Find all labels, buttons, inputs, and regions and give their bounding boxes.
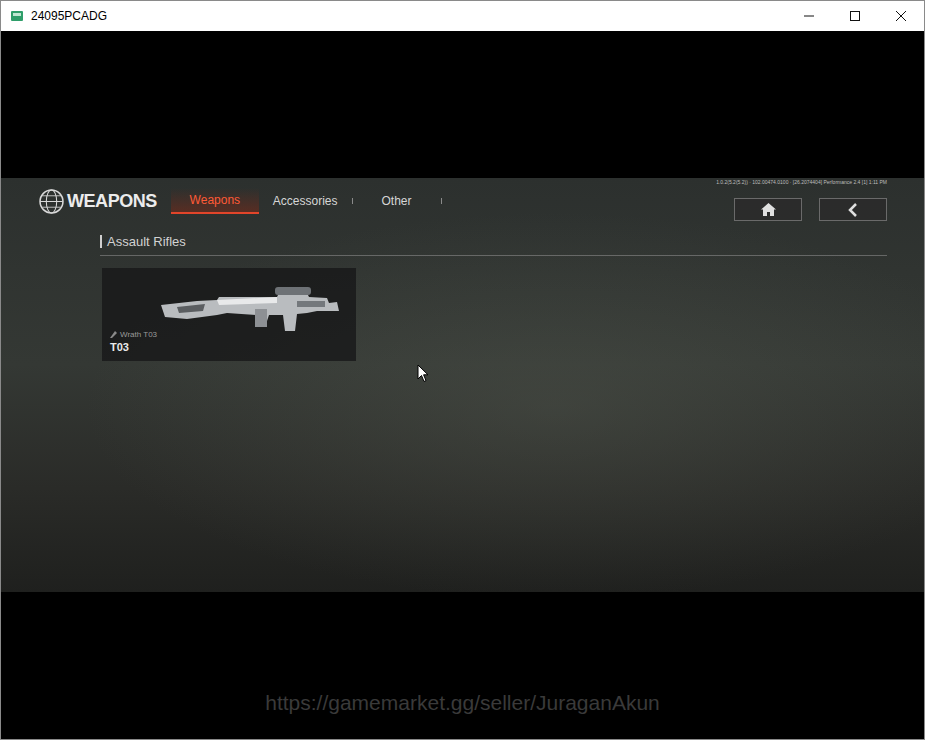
back-icon xyxy=(847,203,859,217)
tab-label: Weapons xyxy=(190,191,240,209)
tab-label: Other xyxy=(382,192,412,210)
section-marker xyxy=(100,235,102,248)
home-button[interactable] xyxy=(734,198,802,221)
app-window: 24095PCADG WEAPONS Weapons Accessories Oth… xyxy=(0,0,925,740)
tab[interactable]: Accessories xyxy=(259,188,352,214)
maximize-button[interactable] xyxy=(832,1,878,31)
game-screen: WEAPONS Weapons Accessories Other Assault … xyxy=(1,178,924,592)
minimize-icon xyxy=(804,11,814,21)
section-header: Assault Rifles xyxy=(100,232,887,256)
window-title: 24095PCADG xyxy=(31,7,107,25)
tab-separator xyxy=(352,198,353,204)
globe-icon xyxy=(39,189,64,214)
tab[interactable]: Weapons xyxy=(171,188,259,214)
back-button[interactable] xyxy=(819,198,887,221)
weapon-card[interactable]: Wrath T03T03 xyxy=(102,268,356,361)
version-info: 1.0.2(5.2(5.2)) · 102.00474.0100 · [26.2… xyxy=(716,179,887,186)
app-icon xyxy=(10,9,24,23)
section-title: Assault Rifles xyxy=(107,232,186,252)
close-button[interactable] xyxy=(878,1,924,31)
top-bar: WEAPONS Weapons Accessories Other xyxy=(1,182,924,220)
minimize-button[interactable] xyxy=(786,1,832,31)
tab-bar: Weapons Accessories Other xyxy=(171,188,442,214)
close-icon xyxy=(896,11,906,21)
maximize-icon xyxy=(850,11,860,21)
home-icon xyxy=(761,203,776,216)
watermark: https://gamemarket.gg/seller/JuraganAkun xyxy=(265,690,660,739)
weapon-name: T03 xyxy=(110,340,348,355)
tab-separator xyxy=(441,198,442,204)
tab-label: Accessories xyxy=(273,192,338,210)
weapon-image xyxy=(102,268,356,335)
skin-name: Wrath T03 xyxy=(120,329,157,340)
rifle-icon xyxy=(157,283,341,335)
skin-icon xyxy=(110,331,117,338)
screen-title: WEAPONS xyxy=(67,188,157,215)
weapon-list: Wrath T03T03 xyxy=(102,268,924,361)
tab[interactable]: Other xyxy=(353,188,441,214)
title-bar: 24095PCADG xyxy=(1,1,924,31)
cursor-icon xyxy=(417,364,429,383)
